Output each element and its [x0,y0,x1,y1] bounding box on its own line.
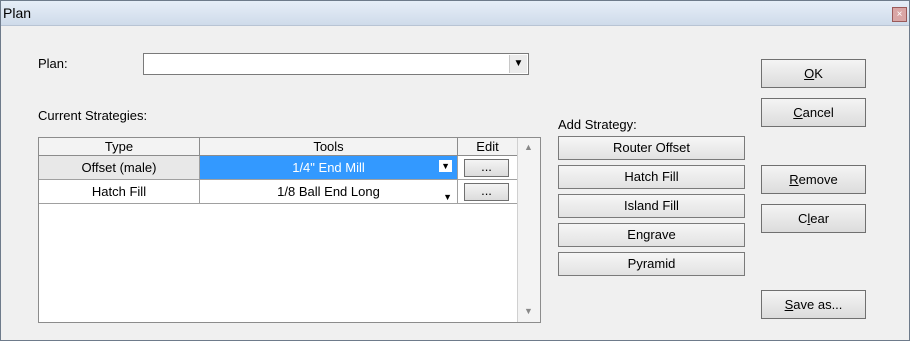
add-pyramid-button[interactable]: Pyramid [558,252,745,276]
plan-label: Plan: [38,56,68,71]
ok-hotkey: O [804,66,815,81]
save-as-label: ave as... [793,297,843,312]
save-as-hotkey: S [784,297,794,312]
cancel-label: ancel [802,105,834,120]
remove-button[interactable]: Remove [761,165,866,194]
cancel-button[interactable]: Cancel [761,98,866,127]
table-row-edit-cell: ... [458,156,518,180]
add-island-fill-button[interactable]: Island Fill [558,194,745,218]
plan-dialog: Plan × Plan: ▼ Current Strategies: Type … [0,0,910,341]
column-header-type[interactable]: Type [39,138,200,156]
table-row-tool-cell[interactable]: 1/4" End Mill ▼ [200,156,458,180]
strategies-table: Type Tools Edit Offset (male) 1/4" End M… [38,137,541,323]
clear-button[interactable]: Clear [761,204,866,233]
clear-prefix: C [797,211,808,226]
tool-value: 1/8 Ball End Long [277,184,380,199]
column-header-tools[interactable]: Tools [200,138,458,156]
window-title: Plan [3,5,32,21]
cancel-hotkey: C [793,105,803,120]
add-engrave-button[interactable]: Engrave [558,223,745,247]
tool-value: 1/4" End Mill [292,160,365,175]
scroll-up-icon[interactable]: ▲ [524,142,533,152]
chevron-down-icon[interactable]: ▼ [509,55,527,73]
table-row-tool-cell[interactable]: 1/8 Ball End Long ▼ [200,180,458,204]
table-row-type-cell[interactable]: Hatch Fill [39,180,200,204]
scroll-down-icon[interactable]: ▼ [524,306,533,316]
add-strategy-label: Add Strategy: [558,117,637,132]
current-strategies-label: Current Strategies: [38,108,148,123]
add-hatch-fill-button[interactable]: Hatch Fill [558,165,745,189]
ok-button[interactable]: OK [761,59,866,88]
remove-hotkey: R [789,172,799,187]
column-header-edit[interactable]: Edit [458,138,518,156]
close-icon[interactable]: × [892,7,907,22]
edit-button[interactable]: ... [464,159,509,177]
table-row-edit-cell: ... [458,180,518,204]
chevron-down-icon[interactable]: ▼ [443,186,452,209]
clear-label: ear [810,211,830,226]
plan-combobox[interactable]: ▼ [143,53,529,75]
title-bar: Plan × [1,1,909,26]
edit-button[interactable]: ... [464,183,509,201]
chevron-down-icon[interactable]: ▼ [439,160,452,172]
add-router-offset-button[interactable]: Router Offset [558,136,745,160]
save-as-button[interactable]: Save as... [761,290,866,319]
vertical-scrollbar[interactable]: ▲ ▼ [517,138,540,322]
remove-label: emove [798,172,838,187]
ok-label: K [814,66,823,81]
table-row-type-cell[interactable]: Offset (male) [39,156,200,180]
